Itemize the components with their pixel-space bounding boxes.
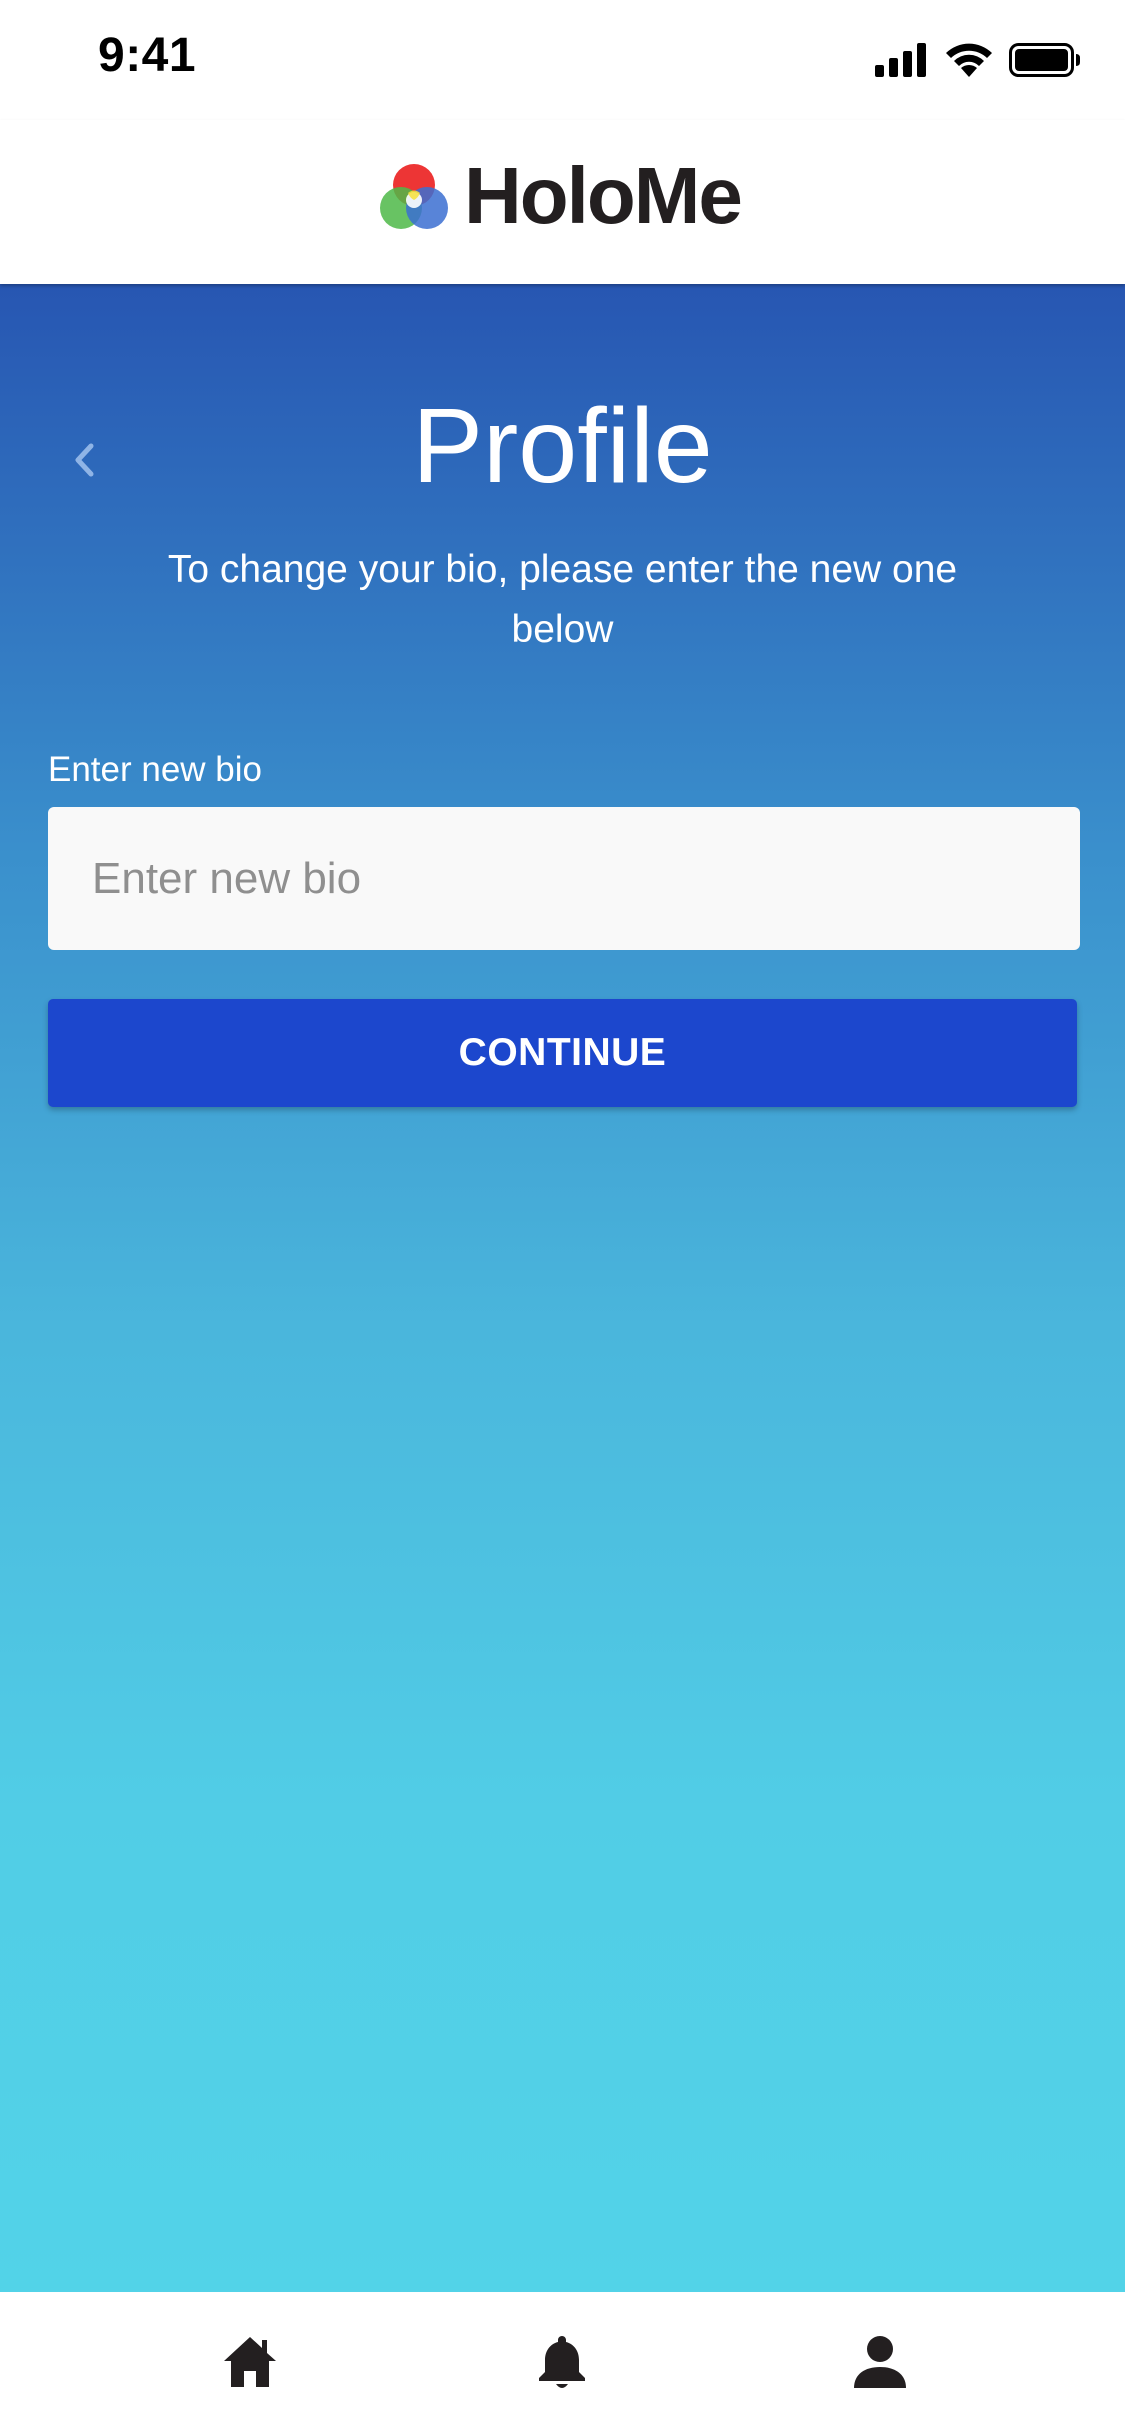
- app-header: HoloMe: [0, 120, 1125, 284]
- holome-logo-icon: [380, 164, 448, 229]
- tab-notifications[interactable]: [530, 2330, 594, 2394]
- page-subtitle: To change your bio, please enter the new…: [167, 548, 958, 651]
- page-title: Profile: [412, 387, 713, 505]
- status-icons: [875, 40, 1081, 80]
- bell-icon: [539, 2336, 585, 2388]
- brand-logo: HoloMe: [378, 146, 743, 246]
- continue-button[interactable]: CONTINUE: [48, 999, 1077, 1107]
- home-icon: [224, 2337, 276, 2387]
- wifi-icon: [946, 43, 992, 77]
- tab-profile[interactable]: [848, 2330, 912, 2394]
- brand-name: HoloMe: [464, 151, 743, 240]
- status-bar: 9:41: [0, 0, 1125, 120]
- profile-main: Profile To change your bio, please enter…: [0, 284, 1125, 2292]
- bio-input[interactable]: [48, 807, 1080, 950]
- tab-bar: [0, 2292, 1125, 2436]
- cellular-signal-icon: [875, 43, 926, 77]
- tab-home[interactable]: [218, 2330, 282, 2394]
- bio-field-label: Enter new bio: [48, 750, 263, 789]
- person-icon: [854, 2336, 906, 2388]
- battery-icon: [1009, 43, 1080, 77]
- status-time: 9:41: [98, 29, 197, 82]
